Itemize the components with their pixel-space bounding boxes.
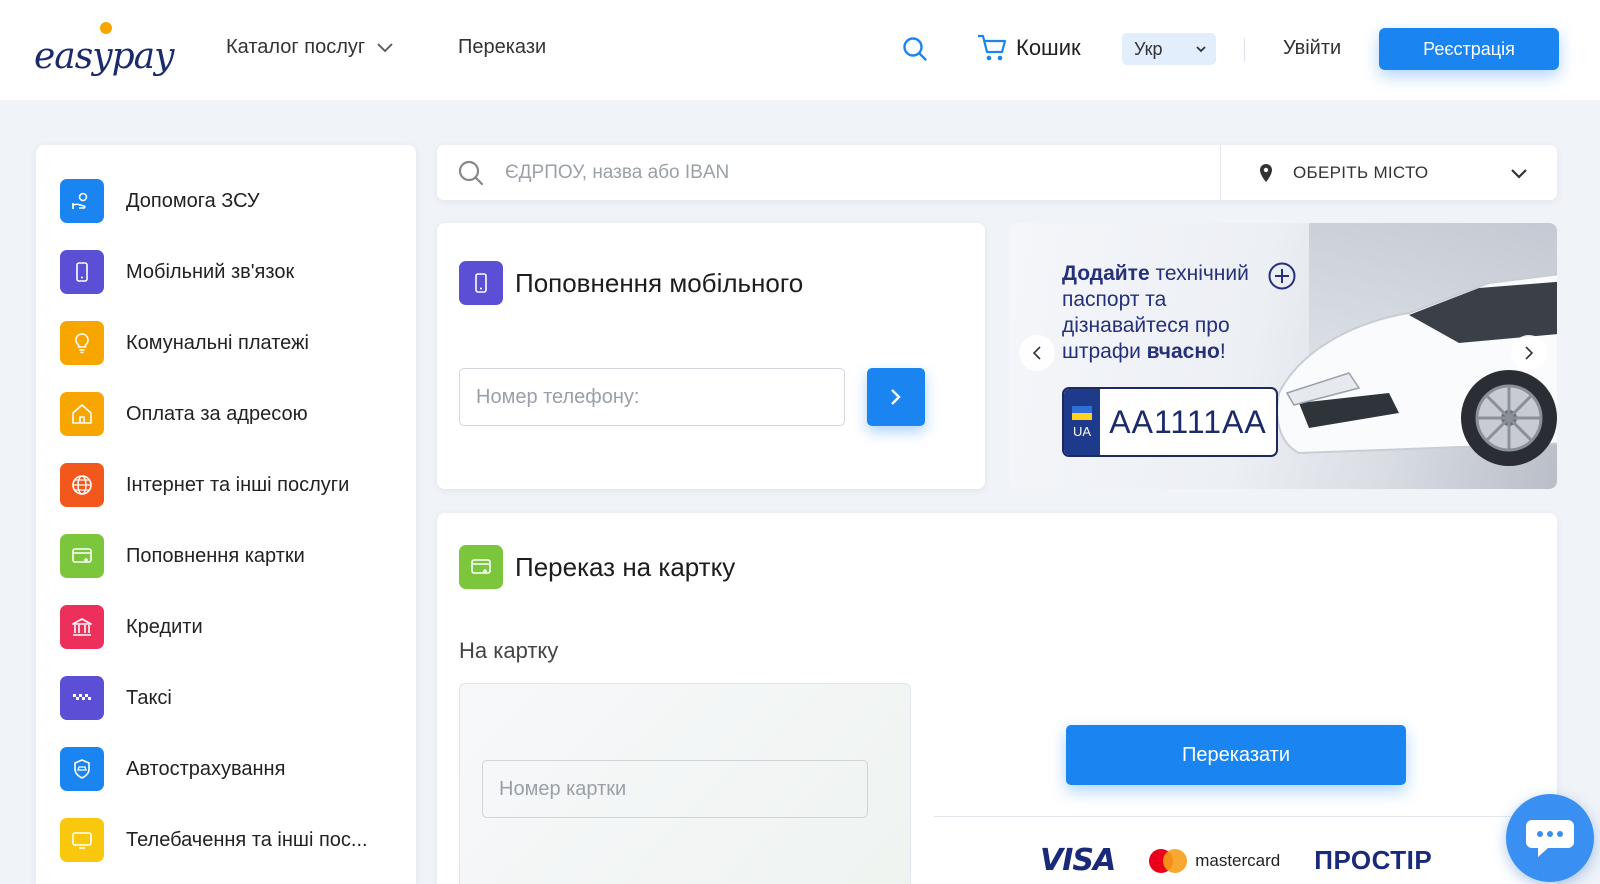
prostir-logo: ПРОСТІР	[1314, 845, 1433, 875]
services-sidebar: Допомога ЗСУ Мобільний зв'язок Комунальн…	[36, 145, 416, 884]
sidebar-item-label: Допомога ЗСУ	[126, 189, 260, 212]
sidebar-item-mobile[interactable]: Мобільний зв'язок	[60, 250, 400, 294]
payment-logos: VISA mastercard ПРОСТІР	[1040, 843, 1432, 878]
header-divider	[1244, 38, 1245, 62]
search-icon	[903, 37, 927, 61]
sidebar-item-zsu[interactable]: Допомога ЗСУ	[60, 179, 400, 223]
transfer-divider	[934, 816, 1557, 817]
cart-icon	[978, 34, 1007, 61]
chevron-left-icon	[1032, 346, 1041, 360]
search-separator	[1220, 145, 1221, 200]
plate-flag: UA	[1064, 389, 1100, 455]
chevron-right-icon	[891, 389, 901, 405]
sidebar-item-credits[interactable]: Кредити	[60, 605, 400, 649]
sidebar-item-taxi[interactable]: Таксі	[60, 676, 400, 720]
cart-label: Кошик	[1016, 35, 1081, 60]
cart-button[interactable]: Кошик	[976, 33, 1081, 63]
sidebar-item-utilities[interactable]: Комунальні платежі	[60, 321, 400, 365]
chevron-down-icon	[1196, 45, 1206, 52]
catalog-menu[interactable]: Каталог послуг	[226, 36, 393, 59]
mastercard-circles-icon	[1149, 848, 1188, 873]
sidebar-item-card-topup[interactable]: Поповнення картки	[60, 534, 400, 578]
bulb-icon	[60, 321, 104, 365]
sidebar-item-address[interactable]: Оплата за адресою	[60, 392, 400, 436]
transfer-submit-button[interactable]: Переказати	[1066, 725, 1406, 785]
search-input[interactable]	[505, 145, 1205, 200]
login-link[interactable]: Увійти	[1283, 37, 1341, 60]
sidebar-item-label: Кредити	[126, 615, 203, 638]
phone-submit-button[interactable]	[867, 368, 925, 426]
mobile-topup-title: Поповнення мобільного	[515, 267, 804, 298]
mastercard-logo: mastercard	[1149, 848, 1280, 873]
transfer-title: Переказ на картку	[515, 551, 736, 582]
mobile-topup-header: Поповнення мобільного	[459, 261, 803, 305]
bank-icon	[60, 605, 104, 649]
chat-bubble-icon	[1526, 820, 1574, 857]
phone-input[interactable]	[459, 368, 845, 426]
globe-icon	[60, 463, 104, 507]
card-plus-icon	[60, 534, 104, 578]
search-icon	[458, 160, 484, 186]
visa-logo: VISA	[1040, 843, 1116, 878]
home-icon	[60, 392, 104, 436]
chevron-down-icon	[377, 42, 393, 52]
city-label: ОБЕРІТЬ МІСТО	[1293, 162, 1429, 182]
chevron-down-icon	[1511, 169, 1527, 179]
logo-dot	[100, 22, 112, 34]
sidebar-item-label: Інтернет та інші послуги	[126, 473, 350, 496]
transfers-link[interactable]: Перекази	[458, 36, 546, 59]
catalog-label: Каталог послуг	[226, 36, 366, 58]
ukraine-flag-icon	[1072, 405, 1092, 420]
sidebar-item-label: Комунальні платежі	[126, 331, 309, 354]
language-value: Укр	[1134, 38, 1163, 59]
chat-button[interactable]	[1506, 794, 1594, 882]
phone-icon	[60, 250, 104, 294]
card-input-box	[459, 683, 911, 884]
sidebar-item-internet[interactable]: Інтернет та інші послуги	[60, 463, 400, 507]
header: easypay Каталог послуг Перекази Кошик Ук…	[0, 0, 1600, 100]
plate-country: UA	[1072, 423, 1092, 439]
card-number-input[interactable]	[482, 760, 868, 818]
transfer-subtitle: На картку	[459, 638, 559, 663]
car-shield-icon	[60, 747, 104, 791]
promo-banner[interactable]: Додайте технічний паспорт та дізнавайтес…	[1009, 223, 1557, 489]
transfer-header: Переказ на картку	[459, 545, 735, 589]
car-illustration	[1276, 273, 1557, 466]
search-button[interactable]	[902, 36, 930, 64]
language-select[interactable]: Укр	[1122, 33, 1216, 65]
card-plus-icon	[459, 545, 503, 589]
logo-text: easypay	[34, 36, 174, 77]
city-select[interactable]: ОБЕРІТЬ МІСТО	[1237, 145, 1547, 200]
register-button[interactable]: Реєстрація	[1379, 28, 1559, 70]
sidebar-item-label: Оплата за адресою	[126, 402, 308, 425]
banner-prev-button[interactable]	[1019, 335, 1055, 371]
sidebar-item-label: Мобільний зв'язок	[126, 260, 295, 283]
sidebar-item-label: Таксі	[126, 686, 172, 709]
mobile-topup-card: Поповнення мобільного	[437, 223, 985, 489]
hand-heart-icon	[60, 179, 104, 223]
sidebar-item-tv[interactable]: Телебачення та інші пос...	[60, 818, 400, 862]
sidebar-item-car-insurance[interactable]: Автострахування	[60, 747, 400, 791]
plate-number: AA1111AA	[1109, 403, 1267, 440]
license-plate: UA AA1111AA	[1062, 387, 1278, 457]
phone-icon	[459, 261, 503, 305]
card-transfer-section: Переказ на картку На картку Переказати V…	[437, 513, 1557, 884]
main-search-bar: ОБЕРІТЬ МІСТО	[437, 145, 1557, 200]
taxi-icon	[60, 676, 104, 720]
chevron-right-icon	[1525, 346, 1534, 360]
sidebar-item-label: Автострахування	[126, 757, 286, 780]
sidebar-item-label: Поповнення картки	[126, 544, 305, 567]
tv-icon	[60, 818, 104, 862]
logo[interactable]: easypay	[34, 22, 174, 82]
sidebar-item-label: Телебачення та інші пос...	[126, 828, 368, 851]
banner-next-button[interactable]	[1511, 335, 1547, 371]
location-pin-icon	[1260, 163, 1272, 182]
